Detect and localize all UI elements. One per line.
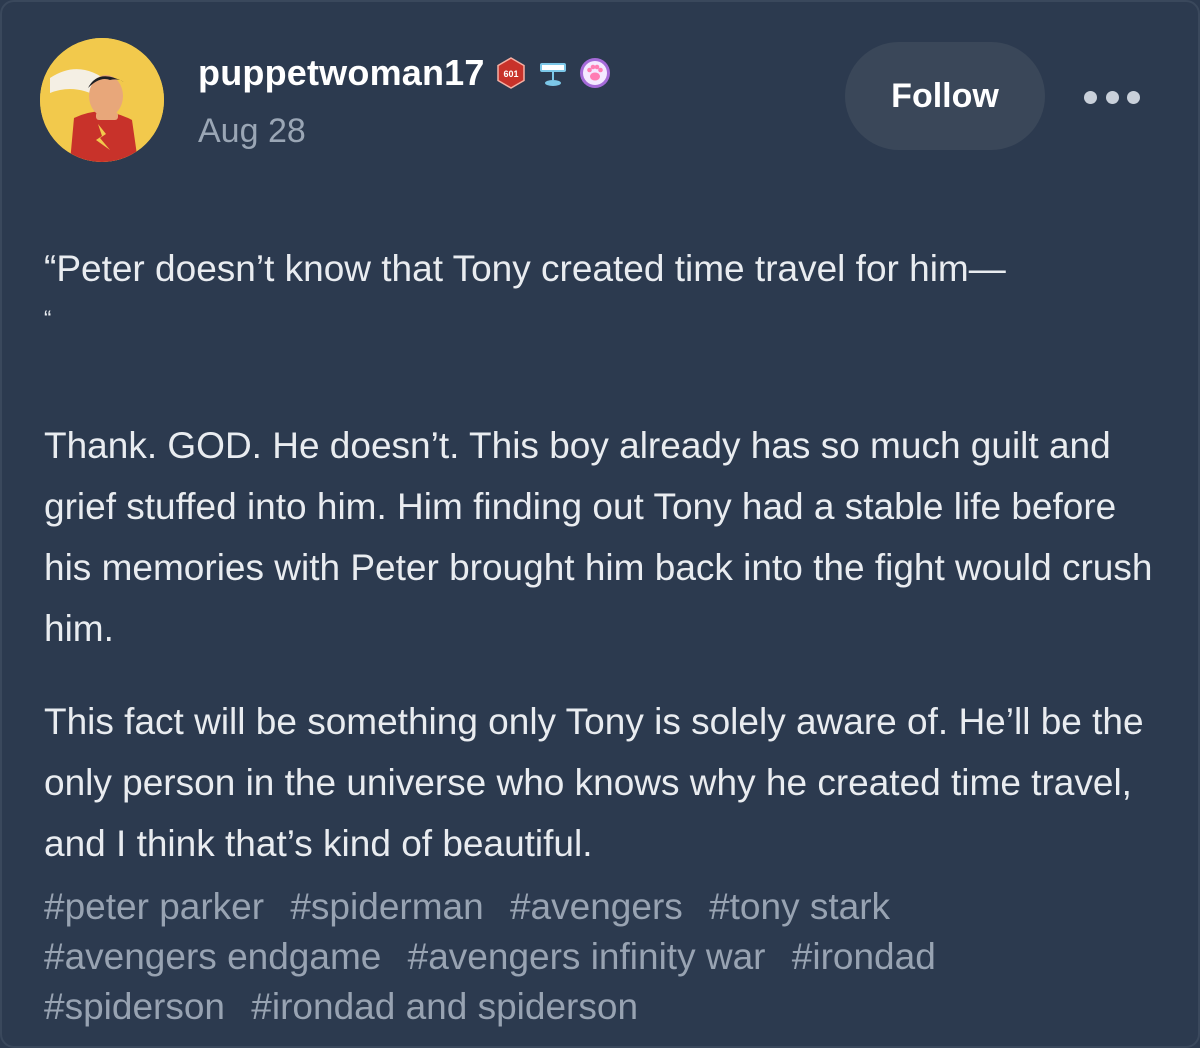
paragraph-1: Thank. GOD. He doesn’t. This boy already… — [44, 425, 1153, 649]
badge-601-icon[interactable]: 601 — [495, 57, 527, 89]
dot — [1084, 90, 1097, 104]
tag-link[interactable]: #spiderman — [290, 886, 483, 927]
dot — [1127, 90, 1140, 104]
more-options-icon[interactable] — [1084, 84, 1140, 110]
dot — [1105, 90, 1119, 104]
follow-button[interactable]: Follow — [845, 42, 1045, 150]
username-row: puppetwoman17 601 — [198, 52, 611, 94]
tag-link[interactable]: #avengers endgame — [44, 936, 381, 977]
tag-link[interactable]: #avengers infinity war — [408, 936, 766, 977]
tag-link[interactable]: #irondad — [792, 936, 936, 977]
tag-link[interactable]: #tony stark — [709, 886, 890, 927]
paragraph-2: This fact will be something only Tony is… — [44, 701, 1144, 864]
quote-text: “Peter doesn’t know that Tony created ti… — [44, 248, 1006, 289]
tag-link[interactable]: #avengers — [510, 886, 683, 927]
badge-paw-icon[interactable] — [579, 57, 611, 89]
tag-link[interactable]: #spiderson — [44, 986, 225, 1027]
post-date[interactable]: Aug 28 — [198, 112, 306, 151]
badge-sign-icon[interactable] — [537, 57, 569, 89]
avatar[interactable] — [40, 38, 164, 162]
badge-601-text: 601 — [503, 69, 518, 79]
quote-mark: “ — [44, 306, 52, 331]
username[interactable]: puppetwoman17 — [198, 52, 485, 94]
post-card: puppetwoman17 601 Aug 28 Follow “Peter d… — [0, 0, 1200, 1048]
tag-list: #peter parker #spiderman #avengers #tony… — [44, 882, 1164, 1032]
avatar-image — [40, 38, 164, 162]
post-body: “Peter doesn’t know that Tony created ti… — [44, 238, 1164, 874]
tag-link[interactable]: #peter parker — [44, 886, 264, 927]
tag-link[interactable]: #irondad and spiderson — [251, 986, 638, 1027]
